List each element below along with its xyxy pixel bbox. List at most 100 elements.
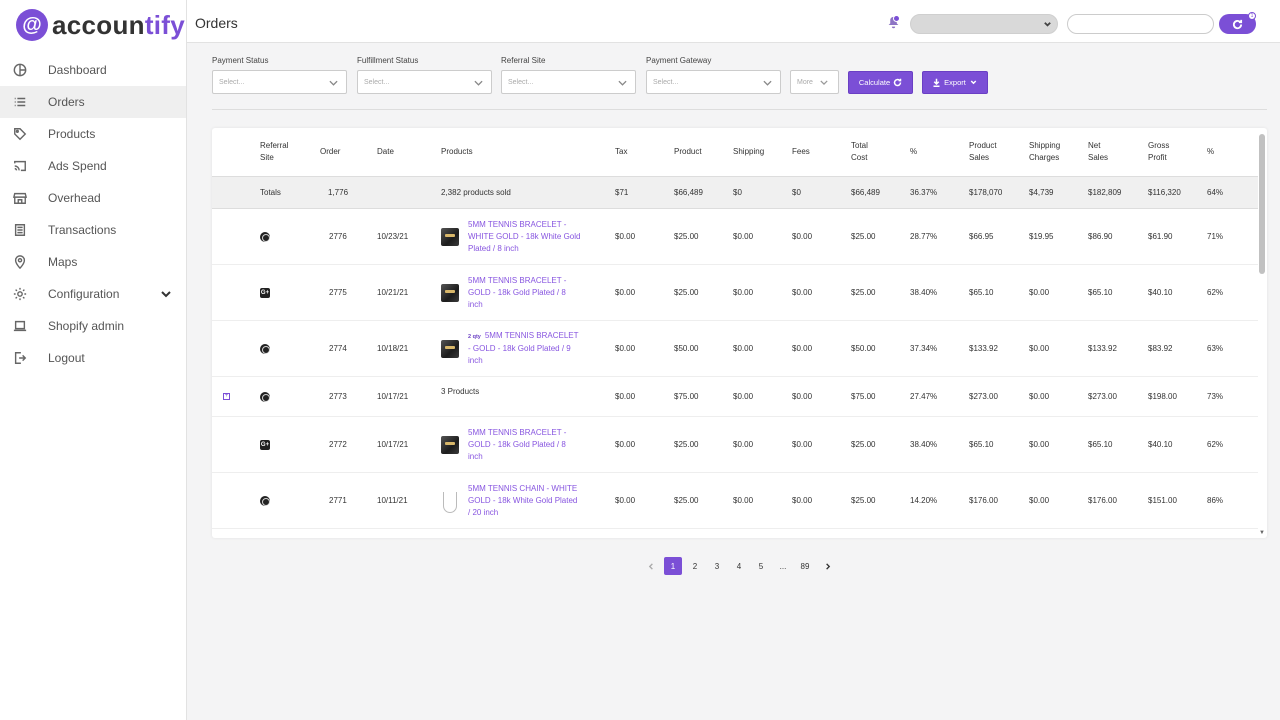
- column-header-date[interactable]: Date: [377, 128, 394, 176]
- dashboard-icon: [12, 62, 28, 78]
- export-button[interactable]: Export: [922, 71, 988, 94]
- table-scrollbar[interactable]: ▼: [1259, 132, 1265, 536]
- column-header-gross-profit[interactable]: Gross Profit: [1148, 128, 1169, 176]
- net-sales: $86.90: [1088, 231, 1113, 241]
- totals-product: $66,489: [674, 187, 703, 197]
- fulfillment-status-select[interactable]: Select...: [357, 70, 492, 94]
- referral-site-select[interactable]: Select...: [501, 70, 636, 94]
- column-header-cost-percent[interactable]: %: [910, 128, 917, 176]
- tax: $0.00: [615, 391, 636, 401]
- total-cost: $25.00: [851, 495, 876, 505]
- sidebar-item-shopify-admin[interactable]: Shopify admin: [0, 310, 186, 342]
- cost-percent: 28.77%: [910, 231, 938, 241]
- product-sales: $65.10: [969, 439, 994, 449]
- product-link[interactable]: 5MM TENNIS CHAIN - WHITE GOLD - 18k Whit…: [468, 483, 581, 519]
- fees: $0.00: [792, 287, 813, 297]
- scrollbar-thumb[interactable]: [1259, 134, 1265, 274]
- product-thumbnail: [441, 283, 459, 302]
- tax: $0.00: [615, 495, 636, 505]
- sidebar-nav: Dashboard Orders Products Ads Spend Over…: [0, 54, 186, 374]
- order-number[interactable]: 2775: [329, 265, 347, 320]
- page-button-4[interactable]: 4: [730, 557, 748, 575]
- table-row[interactable]: 2774 10/18/21 2 qty 5MM TENNIS BRACELET -…: [212, 321, 1258, 377]
- sidebar-item-orders[interactable]: Orders: [0, 86, 186, 118]
- order-number[interactable]: 2774: [329, 321, 347, 376]
- column-header-tax[interactable]: Tax: [615, 128, 627, 176]
- net-sales: $65.10: [1088, 287, 1113, 297]
- column-header-product[interactable]: Product: [674, 128, 702, 176]
- column-header-fees[interactable]: Fees: [792, 128, 810, 176]
- prev-page-button[interactable]: [642, 557, 660, 575]
- page-button-3[interactable]: 3: [708, 557, 726, 575]
- order-number[interactable]: 2773: [329, 377, 347, 416]
- sidebar-item-configuration[interactable]: Configuration: [0, 278, 186, 310]
- product-link[interactable]: 5MM TENNIS BRACELET - GOLD - 18k Gold Pl…: [468, 331, 578, 365]
- page-button-89[interactable]: 89: [796, 557, 814, 575]
- payment-status-select[interactable]: Select...: [212, 70, 347, 94]
- product-link[interactable]: 5MM TENNIS BRACELET - WHITE GOLD - 18k W…: [468, 219, 581, 255]
- payment-gateway-select[interactable]: Select...: [646, 70, 781, 94]
- order-number[interactable]: 2772: [329, 417, 347, 472]
- sidebar: @ accountify Dashboard Orders Products A…: [0, 0, 187, 720]
- column-header-total-cost[interactable]: Total Cost: [851, 128, 868, 176]
- chevron-down-icon[interactable]: [160, 288, 172, 303]
- order-number[interactable]: 2776: [329, 209, 347, 264]
- product-cost: $25.00: [674, 287, 699, 297]
- column-header-order[interactable]: Order: [320, 128, 340, 176]
- globe-icon: [260, 495, 270, 506]
- sidebar-item-maps[interactable]: Maps: [0, 246, 186, 278]
- totals-fees: $0: [792, 187, 801, 197]
- table-row[interactable]: + 2773 10/17/21 3 Products $0.00 $75.00 …: [212, 377, 1258, 417]
- product-link[interactable]: 5MM TENNIS BRACELET - GOLD - 18k Gold Pl…: [468, 275, 581, 311]
- profit-percent: 73%: [1207, 391, 1224, 401]
- fees: $0.00: [792, 391, 813, 401]
- table-row[interactable]: 2771 10/11/21 5MM TENNIS CHAIN - WHITE G…: [212, 473, 1258, 529]
- totals-order: 1,776: [328, 187, 349, 197]
- table-row[interactable]: 2776 10/23/21 5MM TENNIS BRACELET - WHIT…: [212, 209, 1258, 265]
- sidebar-item-label: Configuration: [48, 287, 120, 301]
- page-button-5[interactable]: 5: [752, 557, 770, 575]
- sidebar-item-ads-spend[interactable]: Ads Spend: [0, 150, 186, 182]
- column-header-profit-percent[interactable]: %: [1207, 128, 1214, 176]
- column-header-referral-site[interactable]: Referral Site: [260, 128, 288, 176]
- tag-icon: [12, 126, 28, 142]
- column-header-products[interactable]: Products: [441, 128, 473, 176]
- gross-profit: $40.10: [1148, 439, 1173, 449]
- table-row[interactable]: G+ 2775 10/21/21 5MM TENNIS BRACELET - G…: [212, 265, 1258, 321]
- expand-row-icon[interactable]: +: [223, 393, 230, 400]
- table-row[interactable]: G+ 2772 10/17/21 5MM TENNIS BRACELET - G…: [212, 417, 1258, 473]
- sidebar-item-label: Orders: [48, 95, 85, 109]
- page-button-2[interactable]: 2: [686, 557, 704, 575]
- calculate-button[interactable]: Calculate: [848, 71, 913, 94]
- product-link[interactable]: 5MM TENNIS BRACELET - GOLD - 18k Gold Pl…: [468, 427, 581, 463]
- chevron-down-icon: [966, 78, 978, 87]
- date-range-input[interactable]: [1067, 14, 1214, 34]
- logo[interactable]: @ accountify: [0, 0, 186, 50]
- sidebar-item-dashboard[interactable]: Dashboard: [0, 54, 186, 86]
- filter-label: Fulfillment Status: [357, 56, 419, 65]
- order-number[interactable]: 2771: [329, 473, 347, 528]
- page-button-1[interactable]: 1: [664, 557, 682, 575]
- column-header-product-sales[interactable]: Product Sales: [969, 128, 997, 176]
- product-cost: $25.00: [674, 495, 699, 505]
- column-header-net-sales[interactable]: Net Sales: [1088, 128, 1108, 176]
- shipping-charges: $0.00: [1029, 495, 1050, 505]
- sidebar-item-overhead[interactable]: Overhead: [0, 182, 186, 214]
- total-cost: $25.00: [851, 287, 876, 297]
- column-header-shipping[interactable]: Shipping: [733, 128, 764, 176]
- product-count: 3 Products: [441, 387, 480, 396]
- net-sales: $273.00: [1088, 391, 1117, 401]
- more-filters-button[interactable]: More: [790, 70, 839, 94]
- column-header-shipping-charges[interactable]: Shipping Charges: [1029, 128, 1060, 176]
- sidebar-item-transactions[interactable]: Transactions: [0, 214, 186, 246]
- product-cost: $50.00: [674, 343, 699, 353]
- scroll-down-arrow[interactable]: ▼: [1259, 530, 1265, 536]
- sidebar-item-products[interactable]: Products: [0, 118, 186, 150]
- product-cost: $25.00: [674, 231, 699, 241]
- next-page-button[interactable]: [818, 557, 836, 575]
- product-cost: $25.00: [674, 439, 699, 449]
- store-icon: [12, 190, 28, 206]
- product-sales: $273.00: [969, 391, 998, 401]
- sidebar-item-logout[interactable]: Logout: [0, 342, 186, 374]
- store-select[interactable]: [910, 14, 1058, 34]
